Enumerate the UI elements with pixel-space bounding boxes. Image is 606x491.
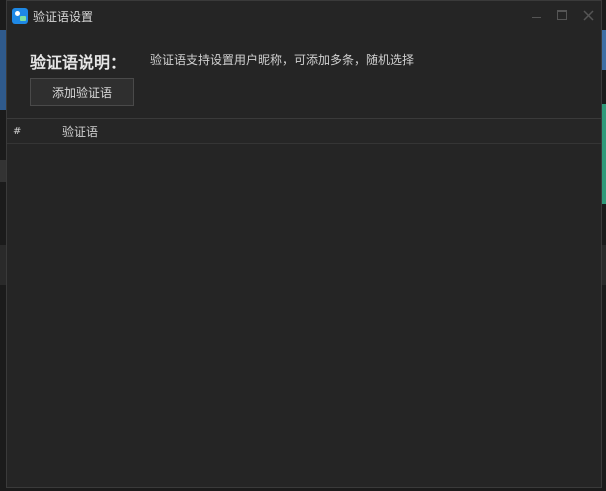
app-logo-icon xyxy=(12,8,28,24)
verification-table: # 验证语 xyxy=(7,118,601,487)
column-header-verification[interactable]: 验证语 xyxy=(57,123,98,140)
background-panel-right-3 xyxy=(602,245,606,285)
table-body[interactable] xyxy=(7,144,601,487)
column-header-index[interactable]: # xyxy=(7,126,57,137)
minimize-icon xyxy=(531,16,541,18)
close-icon xyxy=(582,9,594,21)
minimize-button[interactable] xyxy=(527,6,545,24)
close-button[interactable] xyxy=(579,6,597,24)
window-title: 验证语设置 xyxy=(33,9,94,24)
maximize-icon xyxy=(557,10,567,20)
maximize-button[interactable] xyxy=(553,6,571,24)
section-description: 验证语支持设置用户昵称，可添加多条，随机选择 xyxy=(150,53,415,67)
title-bar[interactable]: 验证语设置 xyxy=(7,1,601,31)
background-panel-right-1 xyxy=(602,30,606,70)
verification-settings-dialog: 验证语设置 验证语说明： 验证语支持设置用户昵称，可添加多条，随机选择 添加验证… xyxy=(6,0,602,488)
window-controls xyxy=(527,6,597,24)
section-heading: 验证语说明： xyxy=(30,53,127,72)
table-header: # 验证语 xyxy=(7,119,601,144)
background-panel-right-2 xyxy=(602,104,606,204)
add-verification-button[interactable]: 添加验证语 xyxy=(30,78,134,106)
